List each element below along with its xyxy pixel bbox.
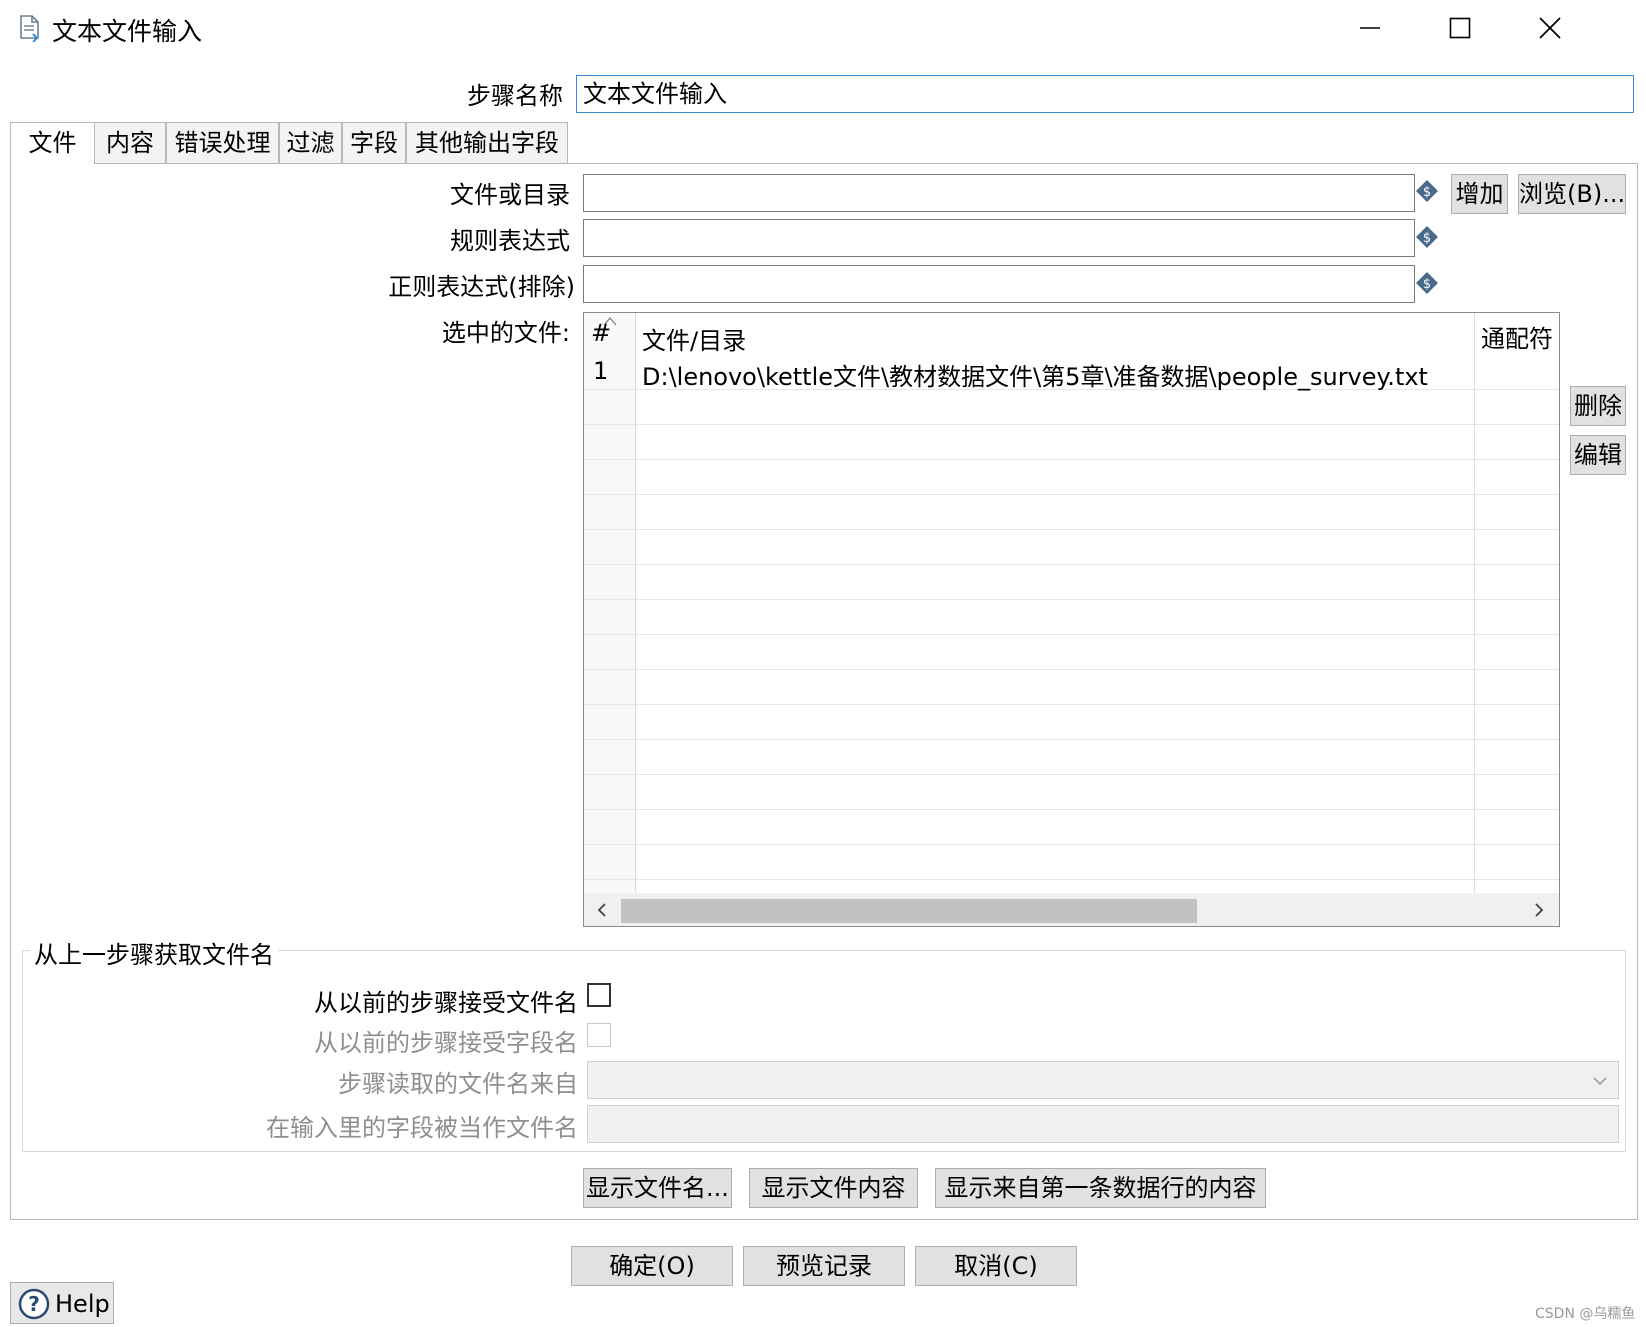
title-bar: 文本文件输入 xyxy=(0,0,1646,58)
show-first-row-content-button[interactable]: 显示来自第一条数据行的内容 xyxy=(935,1168,1266,1208)
text-file-icon xyxy=(20,15,39,42)
selected-files-label: 选中的文件: xyxy=(441,319,570,347)
field-as-filename-label: 在输入里的字段被当作文件名 xyxy=(266,1114,578,1142)
row-number-column xyxy=(584,313,635,893)
svg-text:$: $ xyxy=(1423,277,1431,292)
cancel-button[interactable]: 取消(C) xyxy=(915,1246,1077,1286)
show-filenames-button[interactable]: 显示文件名... xyxy=(583,1168,732,1208)
row-number: 1 xyxy=(593,357,609,385)
step-read-from-select[interactable] xyxy=(587,1061,1619,1099)
chevron-left-icon[interactable] xyxy=(596,902,608,918)
tab-error-handling[interactable]: 错误处理 xyxy=(166,122,279,164)
step-name-label: 步骤名称 xyxy=(467,82,563,110)
ok-button[interactable]: 确定(O) xyxy=(571,1246,733,1286)
close-icon xyxy=(1539,17,1561,39)
window-title: 文本文件输入 xyxy=(52,17,203,46)
tab-fields[interactable]: 字段 xyxy=(342,122,406,164)
edit-button[interactable]: 编辑 xyxy=(1570,435,1626,475)
file-or-dir-input[interactable] xyxy=(583,174,1415,212)
tab-content[interactable]: 内容 xyxy=(94,122,166,164)
variable-icon[interactable]: $ xyxy=(1415,179,1439,203)
selected-files-table: # 文件/目录 通配符 1 D:\lenovo\kettle文件\教材数据文件\… xyxy=(583,312,1560,927)
regex-exclude-label: 正则表达式(排除) xyxy=(388,273,575,301)
regex-exclude-input[interactable] xyxy=(583,265,1415,303)
table-cell-path[interactable]: D:\lenovo\kettle文件\教材数据文件\第5章\准备数据\peopl… xyxy=(642,357,1428,392)
column-header-file-dir[interactable]: 文件/目录 xyxy=(642,321,746,356)
svg-text:?: ? xyxy=(28,1292,40,1316)
tab-strip: 文件 内容 错误处理 过滤 字段 其他输出字段 xyxy=(10,122,1638,165)
add-button[interactable]: 增加 xyxy=(1451,174,1508,214)
accept-filenames-checkbox[interactable] xyxy=(587,983,611,1007)
file-or-dir-label: 文件或目录 xyxy=(450,181,570,209)
step-read-from-label: 步骤读取的文件名来自 xyxy=(338,1070,578,1098)
regex-label: 规则表达式 xyxy=(450,227,570,255)
scrollbar-thumb[interactable] xyxy=(621,899,1197,923)
help-icon: ? xyxy=(18,1288,50,1320)
sort-indicator-icon xyxy=(603,317,617,326)
close-button[interactable] xyxy=(1520,6,1580,50)
column-header-wildcard[interactable]: 通配符 xyxy=(1481,319,1553,354)
svg-text:$: $ xyxy=(1423,185,1431,200)
accept-fieldname-checkbox[interactable] xyxy=(587,1023,611,1047)
horizontal-scrollbar[interactable] xyxy=(584,893,1559,926)
variable-icon[interactable]: $ xyxy=(1415,271,1439,295)
accept-fieldname-label: 从以前的步骤接受字段名 xyxy=(314,1029,578,1057)
svg-text:$: $ xyxy=(1423,231,1431,246)
minimize-button[interactable] xyxy=(1340,6,1400,50)
watermark: CSDN @乌糯鱼 xyxy=(1535,1306,1636,1322)
preview-button[interactable]: 预览记录 xyxy=(743,1246,905,1286)
show-file-content-button[interactable]: 显示文件内容 xyxy=(749,1168,918,1208)
tab-filter[interactable]: 过滤 xyxy=(279,122,342,164)
maximize-icon xyxy=(1449,17,1471,39)
chevron-right-icon[interactable] xyxy=(1533,902,1545,918)
delete-button[interactable]: 删除 xyxy=(1570,386,1626,426)
regex-input[interactable] xyxy=(583,219,1415,257)
minimize-icon xyxy=(1360,27,1380,29)
chevron-down-icon xyxy=(1593,1077,1607,1086)
step-name-input[interactable]: 文本文件输入 xyxy=(576,75,1634,113)
browse-button[interactable]: 浏览(B)... xyxy=(1518,174,1626,214)
field-as-filename-input[interactable] xyxy=(587,1105,1619,1143)
accept-filenames-label: 从以前的步骤接受文件名 xyxy=(314,989,578,1017)
variable-icon[interactable]: $ xyxy=(1415,225,1439,249)
maximize-button[interactable] xyxy=(1430,6,1490,50)
help-button[interactable]: ? Help xyxy=(10,1282,114,1324)
help-label: Help xyxy=(55,1290,110,1318)
group-title: 从上一步骤获取文件名 xyxy=(30,935,278,970)
tab-other-output-fields[interactable]: 其他输出字段 xyxy=(406,122,568,164)
tab-file[interactable]: 文件 xyxy=(10,122,94,165)
